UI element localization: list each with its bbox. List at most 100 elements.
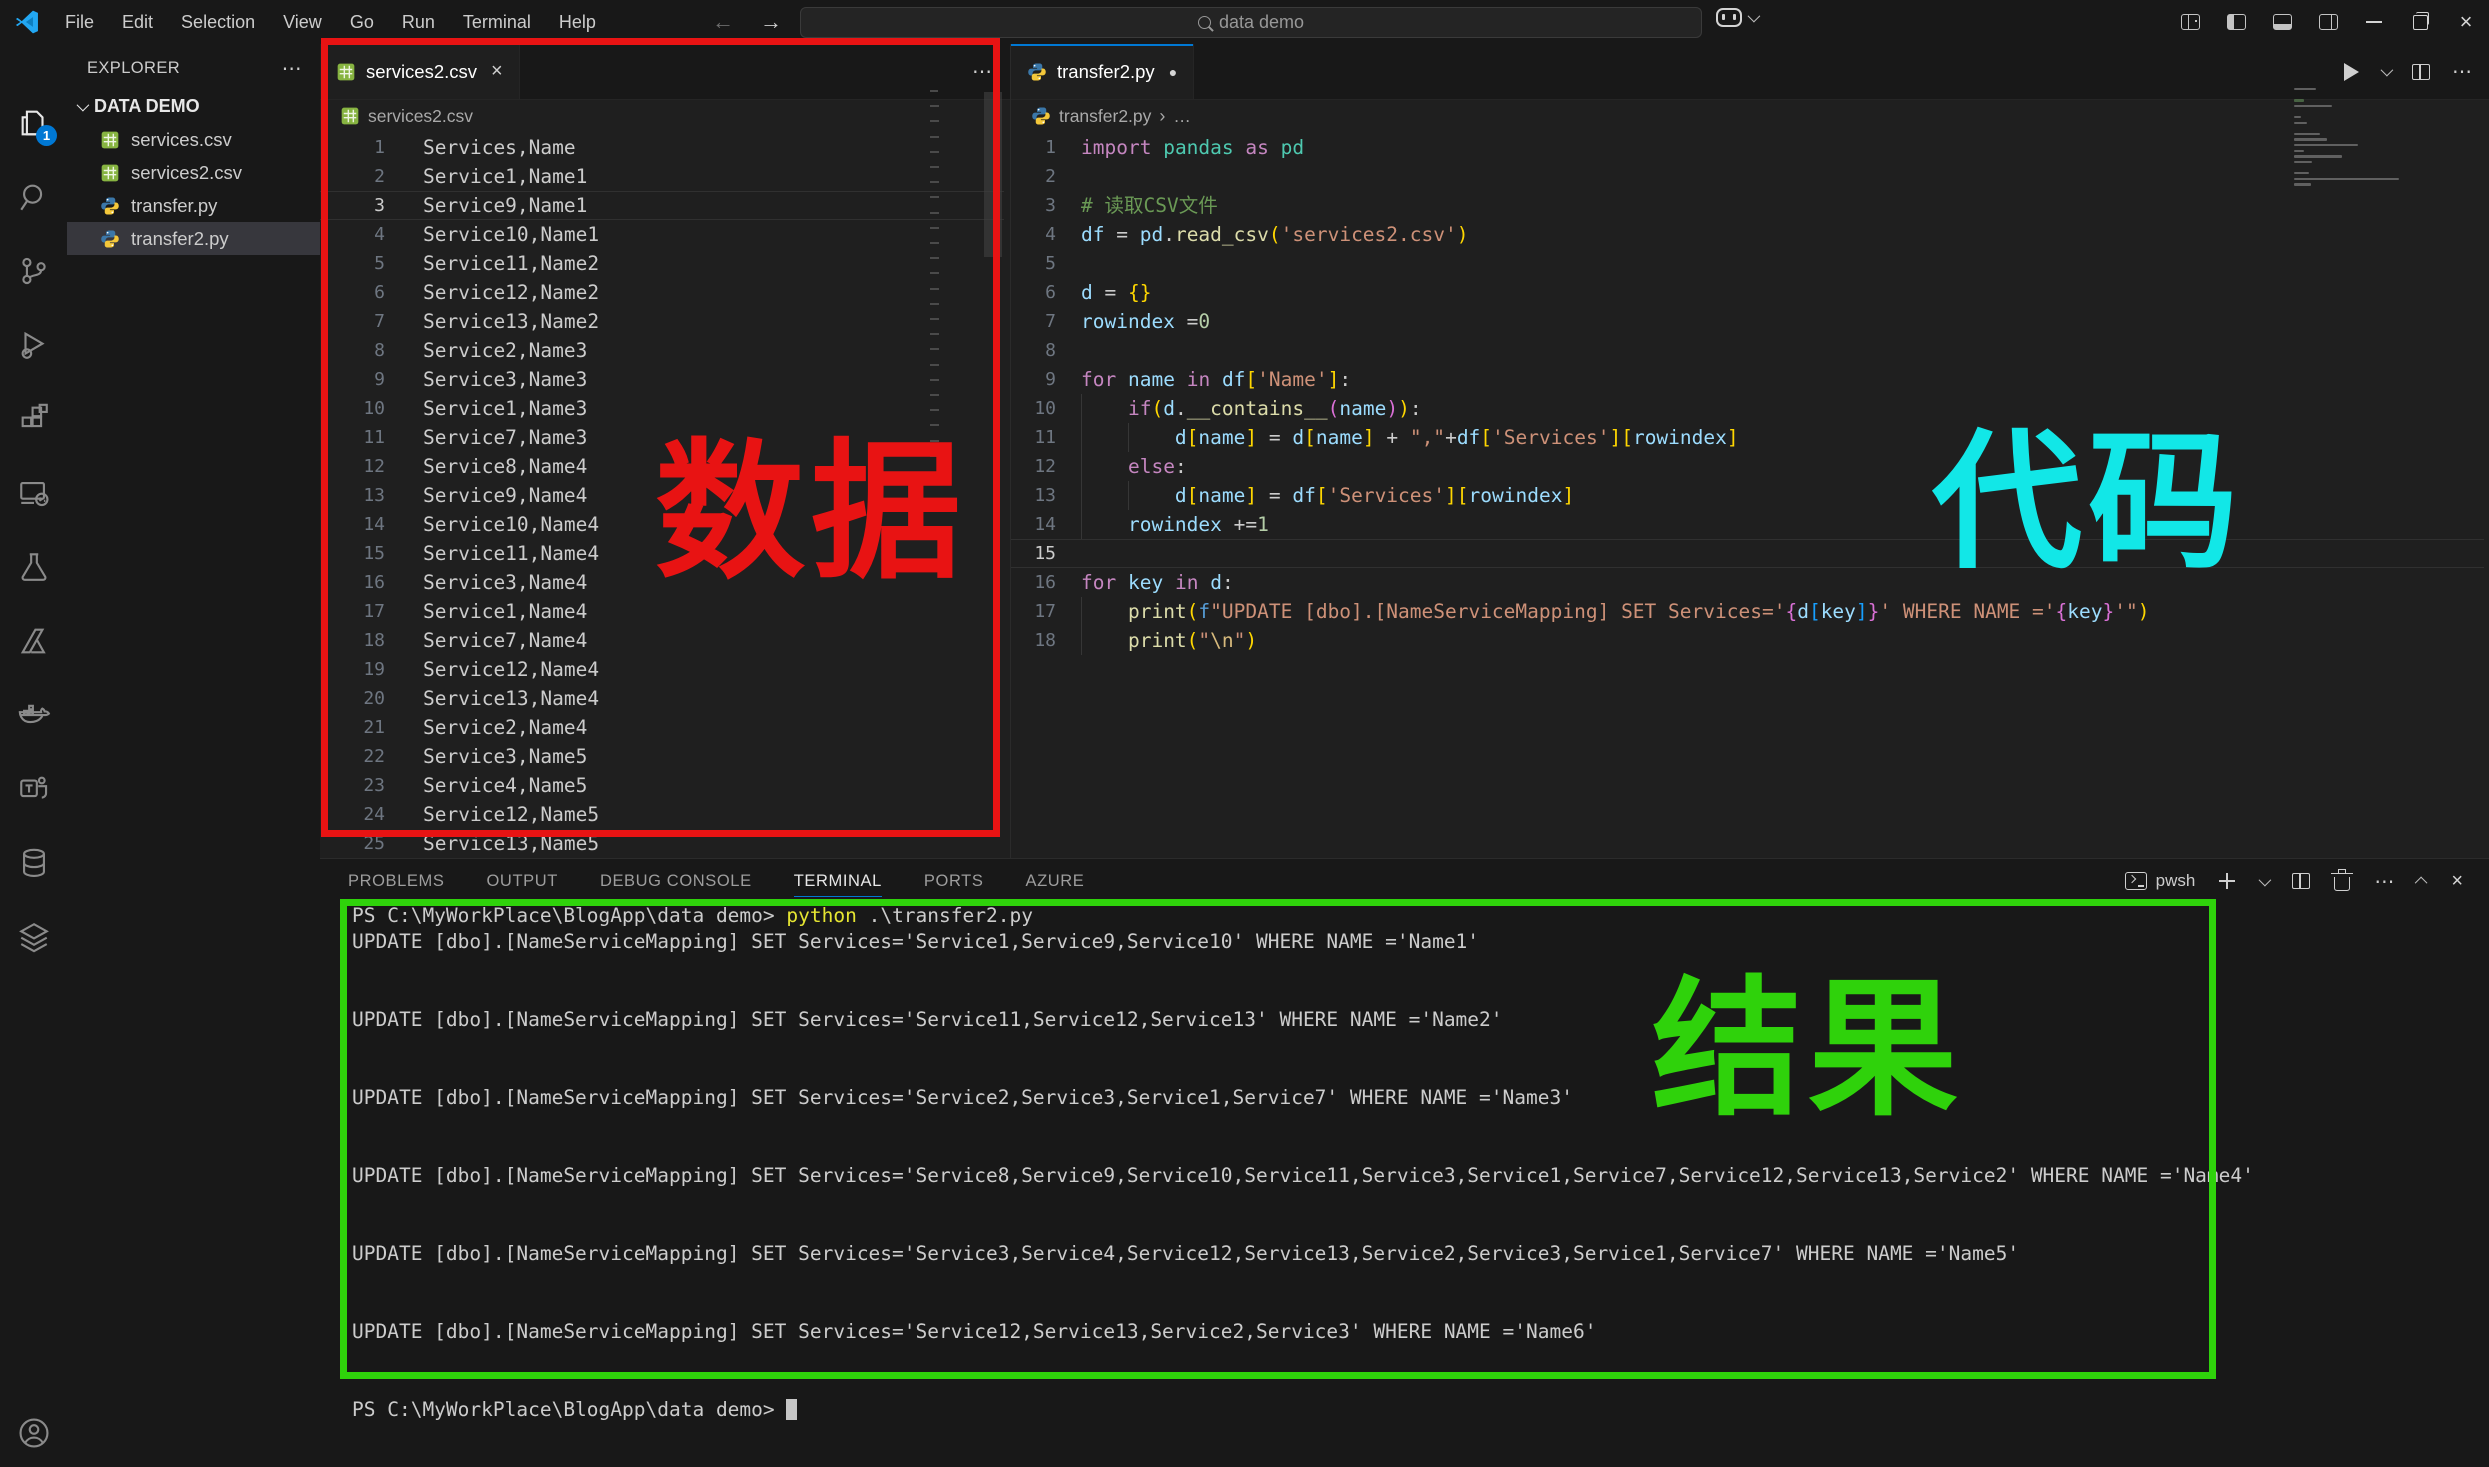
explorer-icon[interactable]: 1 bbox=[0, 92, 67, 154]
menu-file[interactable]: File bbox=[54, 8, 105, 37]
csv-line: 18Service7,Name4 bbox=[320, 626, 1010, 655]
menu-help[interactable]: Help bbox=[548, 8, 607, 37]
file-label: transfer.py bbox=[131, 195, 217, 217]
extensions-icon[interactable] bbox=[0, 388, 67, 450]
customize-layout-button[interactable] bbox=[2167, 0, 2213, 44]
shell-selector[interactable]: pwsh bbox=[2125, 871, 2196, 891]
kill-terminal-icon[interactable] bbox=[2334, 877, 2350, 891]
chevron-down-icon bbox=[1748, 10, 1761, 23]
python-line: 1import pandas as pd bbox=[1011, 133, 2489, 162]
teams-icon[interactable] bbox=[0, 758, 67, 820]
toggle-sidebar-button[interactable] bbox=[2213, 0, 2259, 44]
py-file-icon bbox=[100, 229, 120, 249]
panel-tab-ports[interactable]: PORTS bbox=[924, 859, 984, 903]
menu-view[interactable]: View bbox=[272, 8, 333, 37]
remote-explorer-icon[interactable] bbox=[0, 462, 67, 524]
azure-icon[interactable] bbox=[0, 610, 67, 672]
layers-icon[interactable] bbox=[0, 906, 67, 968]
toggle-panel-button[interactable] bbox=[2259, 0, 2305, 44]
panel-tab-problems[interactable]: PROBLEMS bbox=[348, 859, 445, 903]
file-item-services2-csv[interactable]: services2.csv bbox=[67, 156, 320, 189]
editor-group-csv: services2.csv × ⋯ services2.csv 1Service… bbox=[320, 44, 1010, 858]
py-file-icon bbox=[100, 196, 120, 216]
python-minimap[interactable] bbox=[2294, 84, 2426, 204]
panel-tab-debug-console[interactable]: DEBUG CONSOLE bbox=[600, 859, 752, 903]
close-icon[interactable]: × bbox=[491, 60, 503, 83]
tab-transfer2-py[interactable]: transfer2.py ● bbox=[1011, 44, 1194, 99]
run-debug-icon[interactable] bbox=[0, 314, 67, 376]
panel-more-icon[interactable]: ⋯ bbox=[2374, 869, 2394, 894]
restore-button[interactable] bbox=[2397, 0, 2443, 44]
terminal-line bbox=[352, 1033, 2489, 1059]
csv-file-icon bbox=[340, 106, 360, 126]
run-python-file-icon[interactable] bbox=[2344, 63, 2359, 81]
minimize-button[interactable] bbox=[2351, 0, 2397, 44]
forward-arrow-icon[interactable]: → bbox=[760, 9, 782, 35]
menu-edit[interactable]: Edit bbox=[111, 8, 164, 37]
chevron-down-icon[interactable] bbox=[2259, 873, 2272, 886]
csv-line: 24Service12,Name5 bbox=[320, 800, 1010, 829]
terminal-line: PS C:\MyWorkPlace\BlogApp\data demo> pyt… bbox=[352, 903, 2489, 929]
terminal-line: UPDATE [dbo].[NameServiceMapping] SET Se… bbox=[352, 1085, 2489, 1111]
csv-minimap[interactable] bbox=[930, 90, 946, 482]
chevron-up-icon[interactable] bbox=[2415, 876, 2428, 889]
python-line: 15 bbox=[1011, 539, 2489, 568]
python-line: 14 rowindex +=1 bbox=[1011, 510, 2489, 539]
copilot-menu[interactable] bbox=[1716, 8, 1757, 27]
editor-more-icon[interactable]: ⋯ bbox=[972, 59, 992, 84]
editor-more-icon[interactable]: ⋯ bbox=[2452, 59, 2472, 84]
file-label: services2.csv bbox=[131, 162, 242, 184]
file-item-transfer-py[interactable]: transfer.py bbox=[67, 189, 320, 222]
python-file-icon bbox=[1031, 106, 1051, 126]
panel-tab-output[interactable]: OUTPUT bbox=[487, 859, 558, 903]
csv-editor-content: 1Services,Name2Service1,Name13Service9,N… bbox=[320, 133, 1010, 858]
back-arrow-icon[interactable]: ← bbox=[712, 9, 734, 35]
csv-line: 21Service2,Name4 bbox=[320, 713, 1010, 742]
csv-scrollbar[interactable] bbox=[984, 92, 1002, 257]
toggle-secondary-sidebar-button[interactable] bbox=[2305, 0, 2351, 44]
docker-icon[interactable] bbox=[0, 684, 67, 746]
chevron-down-icon[interactable] bbox=[2381, 64, 2394, 77]
python-line: 17 print(f"UPDATE [dbo].[NameServiceMapp… bbox=[1011, 597, 2489, 626]
terminal-line: UPDATE [dbo].[NameServiceMapping] SET Se… bbox=[352, 929, 2489, 955]
python-line: 8 bbox=[1011, 336, 2489, 365]
terminal-line bbox=[352, 1345, 2489, 1371]
sidebar-more-icon[interactable]: ⋯ bbox=[282, 56, 302, 81]
csv-breadcrumb[interactable]: services2.csv bbox=[320, 99, 1010, 133]
split-editor-icon[interactable] bbox=[2412, 64, 2430, 80]
menu-selection[interactable]: Selection bbox=[170, 8, 266, 37]
title-bar: FileEditSelectionViewGoRunTerminalHelp ←… bbox=[0, 0, 2489, 45]
csv-line: 12Service8,Name4 bbox=[320, 452, 1010, 481]
menu-terminal[interactable]: Terminal bbox=[452, 8, 542, 37]
source-control-icon[interactable] bbox=[0, 240, 67, 302]
terminal-icon bbox=[2125, 872, 2147, 890]
folder-data-demo[interactable]: DATA DEMO bbox=[67, 91, 320, 123]
split-terminal-icon[interactable] bbox=[2292, 873, 2310, 889]
terminal-line bbox=[352, 955, 2489, 981]
csv-line: 4Service10,Name1 bbox=[320, 220, 1010, 249]
account-icon[interactable] bbox=[0, 1402, 67, 1464]
file-item-transfer2-py[interactable]: transfer2.py bbox=[67, 222, 320, 255]
python-breadcrumb[interactable]: transfer2.py › … bbox=[1011, 99, 2489, 133]
python-line: 10 if(d.__contains__(name)): bbox=[1011, 394, 2489, 423]
close-button[interactable]: × bbox=[2443, 0, 2489, 44]
menu-run[interactable]: Run bbox=[391, 8, 446, 37]
search-view-icon[interactable] bbox=[0, 166, 67, 228]
close-panel-icon[interactable]: × bbox=[2451, 871, 2463, 891]
python-line: 6d = {} bbox=[1011, 278, 2489, 307]
tab-services2-csv[interactable]: services2.csv × bbox=[320, 44, 520, 99]
file-item-services-csv[interactable]: services.csv bbox=[67, 123, 320, 156]
testing-beaker-icon[interactable] bbox=[0, 536, 67, 598]
command-center-search[interactable]: data demo bbox=[800, 7, 1702, 38]
database-icon[interactable] bbox=[0, 832, 67, 894]
panel-tab-terminal[interactable]: TERMINAL bbox=[794, 859, 882, 903]
new-terminal-icon[interactable] bbox=[2219, 873, 2235, 889]
panel-actions: pwsh ⋯ × bbox=[2125, 859, 2463, 903]
vscode-window: FileEditSelectionViewGoRunTerminalHelp ←… bbox=[0, 0, 2489, 1467]
panel-tab-azure[interactable]: AZURE bbox=[1025, 859, 1084, 903]
menu-go[interactable]: Go bbox=[339, 8, 385, 37]
terminal-content[interactable]: PS C:\MyWorkPlace\BlogApp\data demo> pyt… bbox=[320, 903, 2489, 1467]
search-value: data demo bbox=[1219, 12, 1304, 33]
python-line: 11 d[name] = d[name] + ","+df['Services'… bbox=[1011, 423, 2489, 452]
csv-line: 3Service9,Name1 bbox=[320, 191, 1010, 220]
